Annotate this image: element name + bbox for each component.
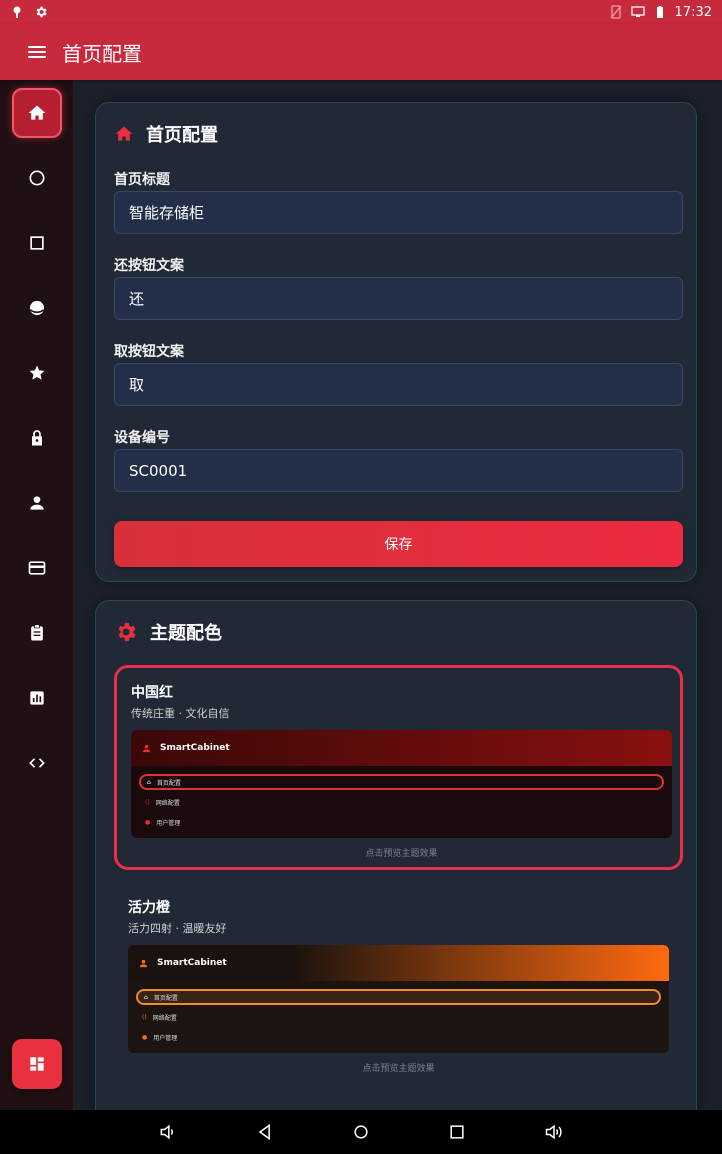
- preview-item-network: () 网络配置: [139, 794, 664, 810]
- take-input[interactable]: [114, 363, 683, 406]
- theme-name: 中国红: [131, 685, 173, 701]
- dashboard-icon: [30, 1057, 44, 1071]
- recents-icon[interactable]: [447, 1122, 467, 1142]
- sidebar-item-clipboard[interactable]: [12, 608, 62, 658]
- theme-preview: SmartCabinet ⌂ 首页配置 () 网络配置 ● 用户管理: [128, 945, 669, 1053]
- theme-config-title: 主题配色: [150, 623, 222, 644]
- preview-item-label: 网络配置: [152, 1014, 177, 1022]
- preview-item-label: 首页配置: [153, 994, 178, 1002]
- home-icon: [115, 126, 133, 141]
- cast-icon: [630, 6, 645, 17]
- theme-config-header: 主题配色: [114, 619, 222, 645]
- theme-desc: 活力四射 · 温暖友好: [128, 922, 227, 935]
- preview-hint: 点击预览主题效果: [365, 849, 438, 859]
- code-icon: [29, 758, 45, 768]
- person-icon: ●: [142, 1033, 148, 1041]
- device-label: 设备编号: [114, 430, 170, 446]
- globe-icon: [29, 300, 45, 316]
- sidebar-item-home[interactable]: [12, 88, 62, 138]
- home-config-card: 首页配置 首页标题 还按钮文案 取按钮文案 设备编号 保存: [95, 102, 697, 582]
- preview-item-label: 用户管理: [156, 819, 181, 827]
- title-label: 首页标题: [114, 172, 170, 188]
- preview-header: SmartCabinet: [131, 730, 672, 766]
- preview-header: SmartCabinet: [128, 945, 669, 981]
- home-nav-icon[interactable]: [351, 1122, 371, 1142]
- clipboard-icon: [31, 624, 43, 641]
- preview-brand: SmartCabinet: [160, 743, 230, 753]
- circle-icon: [29, 170, 45, 186]
- title-input[interactable]: [114, 191, 683, 234]
- back-icon[interactable]: [255, 1122, 275, 1142]
- usb-icon: [13, 6, 21, 18]
- home-icon: ⌂: [144, 993, 148, 1001]
- sidebar-item-user[interactable]: [12, 478, 62, 528]
- card-icon: [28, 561, 46, 575]
- volume-down-icon[interactable]: [158, 1122, 178, 1142]
- theme-card-orange[interactable]: 活力橙 活力四射 · 温暖友好 SmartCabinet ⌂ 首页配置 () 网…: [114, 883, 683, 1088]
- sidebar-item-square[interactable]: [12, 218, 62, 268]
- volume-up-icon[interactable]: [544, 1122, 564, 1142]
- status-bar: 17:32: [0, 0, 722, 24]
- theme-name: 活力橙: [128, 900, 170, 916]
- sidebar-item-code[interactable]: [12, 738, 62, 788]
- preview-hint: 点击预览主题效果: [362, 1064, 435, 1074]
- dashboard-fab-button[interactable]: [12, 1039, 62, 1089]
- person-icon: [142, 744, 151, 752]
- theme-config-card: 主题配色 中国红 传统庄重 · 文化自信 SmartCabinet ⌂ 首页配置…: [95, 600, 697, 1110]
- menu-icon: [28, 46, 46, 58]
- star-icon: [29, 365, 45, 380]
- preview-item-network: () 网络配置: [136, 1009, 661, 1025]
- status-time: 17:32: [674, 4, 712, 20]
- page-title: 首页配置: [62, 41, 142, 66]
- preview-item-home: ⌂ 首页配置: [136, 989, 661, 1005]
- main-content: 首页配置 首页标题 还按钮文案 取按钮文案 设备编号 保存 主题配色 中国红 传…: [74, 80, 722, 1110]
- sidebar: [0, 80, 74, 1110]
- bracket-icon: (): [145, 798, 150, 806]
- preview-item-home: ⌂ 首页配置: [139, 774, 664, 790]
- preview-item-label: 网络配置: [155, 799, 180, 807]
- gear-icon: [118, 623, 136, 641]
- system-nav-bar: [0, 1110, 722, 1154]
- square-icon: [30, 236, 44, 250]
- preview-item-users: ● 用户管理: [136, 1029, 661, 1045]
- bracket-icon: (): [142, 1013, 147, 1021]
- preview-item-label: 用户管理: [153, 1034, 178, 1042]
- settings-icon: [36, 6, 47, 18]
- preview-item-users: ● 用户管理: [139, 814, 664, 830]
- no-sim-icon: [610, 5, 622, 19]
- return-label: 还按钮文案: [114, 258, 184, 274]
- sidebar-item-network[interactable]: [12, 153, 62, 203]
- return-input[interactable]: [114, 277, 683, 320]
- app-bar: 首页配置: [0, 24, 722, 80]
- person-icon: [30, 496, 44, 510]
- theme-desc: 传统庄重 · 文化自信: [131, 707, 230, 720]
- chart-icon: [30, 691, 44, 705]
- theme-card-red[interactable]: 中国红 传统庄重 · 文化自信 SmartCabinet ⌂ 首页配置 () 网…: [114, 665, 683, 870]
- sidebar-item-card[interactable]: [12, 543, 62, 593]
- preview-item-label: 首页配置: [156, 779, 181, 787]
- take-label: 取按钮文案: [114, 344, 184, 360]
- sidebar-item-chart[interactable]: [12, 673, 62, 723]
- person-icon: [139, 959, 148, 967]
- theme-preview: SmartCabinet ⌂ 首页配置 () 网络配置 ● 用户管理: [131, 730, 672, 838]
- lock-icon: [32, 430, 42, 446]
- battery-icon: [656, 6, 663, 18]
- person-icon: ●: [145, 818, 151, 826]
- sidebar-item-globe[interactable]: [12, 283, 62, 333]
- home-icon: [28, 105, 46, 120]
- sidebar-item-star[interactable]: [12, 348, 62, 398]
- home-icon: ⌂: [147, 778, 151, 786]
- home-config-header: 首页配置: [114, 121, 218, 147]
- preview-brand: SmartCabinet: [157, 958, 227, 968]
- sidebar-item-lock[interactable]: [12, 413, 62, 463]
- home-config-title: 首页配置: [146, 125, 218, 146]
- save-button[interactable]: 保存: [114, 521, 683, 567]
- device-input[interactable]: [114, 449, 683, 492]
